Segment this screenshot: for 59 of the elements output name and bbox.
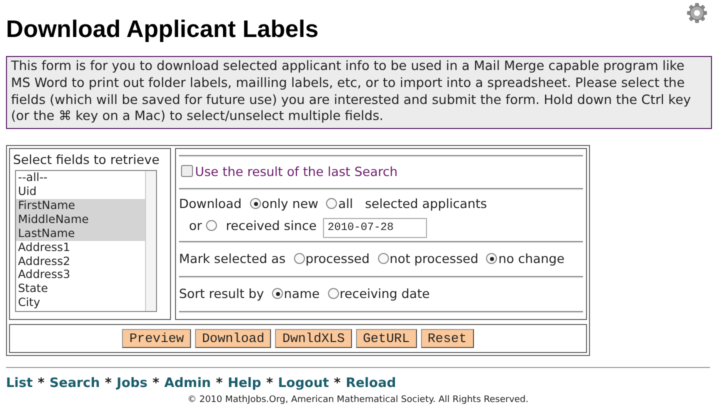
settings-icon[interactable] xyxy=(686,2,708,24)
info-text: This form is for you to download selected applicant info to be used in a Mail Merge capable program like MS Word to print out folder labels, mailling labels, etc, or to import into a spreadsheet. Please select the fields (which will be saved for future use) you are interested and submit the form. Hold down the Ctrl key (or the ⌘ key on a Mac) to select/unselect multiple fields. xyxy=(6,56,712,130)
list-option[interactable]: Address3 xyxy=(16,268,145,282)
list-option[interactable]: City xyxy=(16,296,145,310)
field-list[interactable]: --all-- Uid FirstName MiddleName LastName Address1 Address2 Address3 State City xyxy=(15,170,157,312)
footer-link[interactable]: Admin xyxy=(164,376,211,392)
separator: * xyxy=(38,376,45,392)
action-button[interactable]: Reset xyxy=(420,329,474,348)
page-title: Download Applicant Labels xyxy=(6,16,318,44)
radio-label: receiving date xyxy=(340,286,430,302)
checkbox-label: Use the result of the last Search xyxy=(195,164,398,180)
footer-link[interactable]: Logout xyxy=(278,376,329,392)
list-option[interactable]: FirstName xyxy=(16,198,145,213)
field-label: Select fields to retrieve xyxy=(13,151,160,170)
date-field[interactable]: 2010-07-28 xyxy=(322,218,427,238)
radio-label: only new xyxy=(262,196,318,212)
scrollbar[interactable] xyxy=(145,171,156,312)
copyright: © 2010 MathJobs.Org, American Mathematical Society. All Rights Reserved. xyxy=(186,394,530,407)
action-button[interactable]: Download xyxy=(194,329,272,348)
radio-button[interactable] xyxy=(326,198,338,210)
footer-link[interactable]: Search xyxy=(50,376,100,392)
radio-button[interactable] xyxy=(294,253,304,264)
footer-link[interactable]: Reload xyxy=(346,376,396,392)
footer-link[interactable]: Help xyxy=(228,376,262,392)
list-option[interactable]: State xyxy=(16,282,145,296)
footer-link[interactable]: Jobs xyxy=(116,376,148,392)
action-button[interactable]: GetURL xyxy=(356,329,417,348)
option-label: Mark selected as xyxy=(179,251,286,266)
separator: * xyxy=(334,376,341,392)
radio-label: processed xyxy=(306,251,370,266)
list-option[interactable]: Address1 xyxy=(16,240,145,255)
action-button[interactable]: DwnldXLS xyxy=(275,329,352,348)
option-label: Sort result by xyxy=(179,286,264,302)
radio-label: name xyxy=(284,286,320,302)
list-option[interactable]: Address2 xyxy=(16,254,145,268)
list-option[interactable]: Uid xyxy=(16,184,145,199)
list-option[interactable]: MiddleName xyxy=(16,212,145,227)
radio-label: no change xyxy=(498,251,564,266)
radio-button[interactable] xyxy=(272,288,283,300)
action-button[interactable]: Preview xyxy=(122,329,191,348)
footer-link[interactable]: List xyxy=(6,376,33,392)
radio-label: not processed xyxy=(390,251,478,266)
option-label: selected applicants xyxy=(365,196,487,212)
separator: * xyxy=(104,376,112,392)
radio-label: all xyxy=(338,196,353,212)
option-label: Download xyxy=(179,196,242,212)
separator: * xyxy=(216,376,223,392)
radio-button[interactable] xyxy=(206,220,217,231)
radio-button[interactable] xyxy=(486,253,498,264)
radio-button[interactable] xyxy=(378,253,389,264)
list-option[interactable]: --all-- xyxy=(16,171,145,185)
radio-button[interactable] xyxy=(250,198,261,210)
radio-button[interactable] xyxy=(328,288,339,300)
separator: * xyxy=(152,376,160,392)
checkbox[interactable] xyxy=(181,165,193,178)
separator: * xyxy=(266,376,273,392)
radio-label: received since xyxy=(226,218,317,233)
option-label: or xyxy=(189,218,202,233)
list-option[interactable]: LastName xyxy=(16,226,145,241)
